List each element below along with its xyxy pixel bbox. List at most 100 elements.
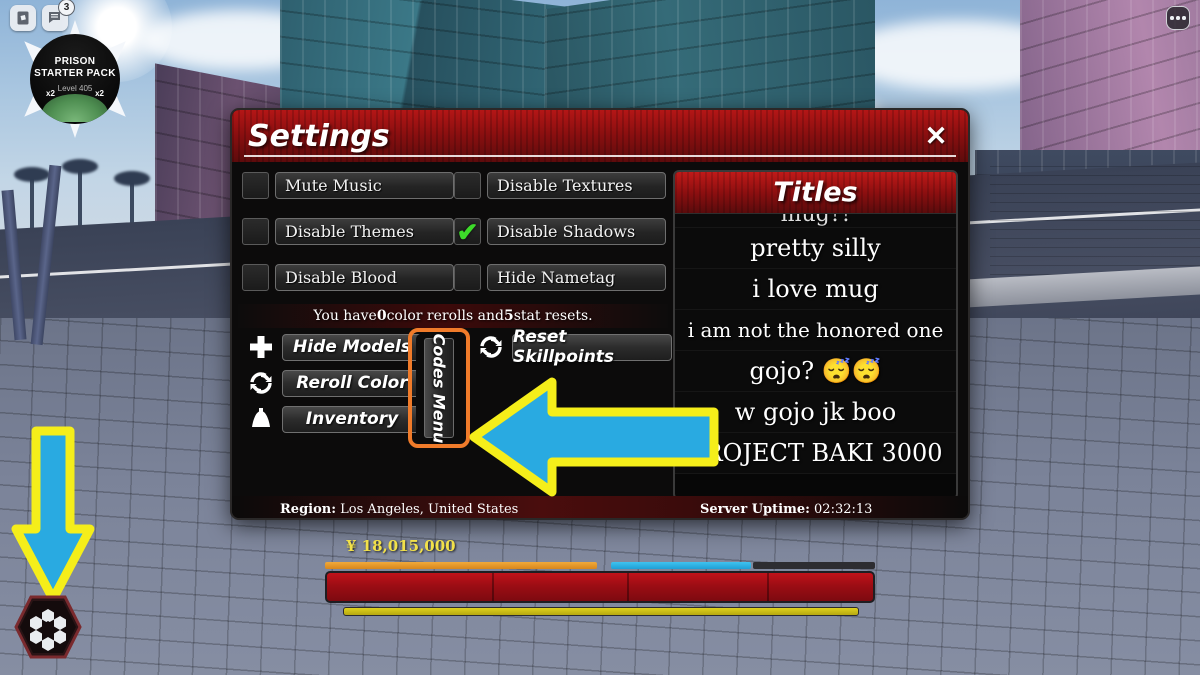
checkbox-box[interactable] [454,264,481,291]
plus-cross-glyph [250,336,272,358]
checkmark-icon: ✔ [456,216,479,247]
list-item[interactable]: i love mug [675,269,956,310]
bag-glyph [252,408,270,427]
banner-resets-count: 5 [503,308,514,324]
close-icon[interactable]: ✕ [922,122,950,150]
dot [1182,16,1186,20]
banner-rerolls-count: 0 [376,308,387,324]
checkbox-label[interactable]: Disable Textures [487,172,666,199]
reset-skillpoints-button[interactable]: Reset Skillpoints [512,327,672,367]
checkbox-disable-textures[interactable]: Disable Textures [454,172,666,199]
checkbox-label[interactable]: Disable Blood [275,264,454,291]
settings-button[interactable] [14,595,82,659]
list-item[interactable]: i am not the honored one [675,310,956,351]
action-row-inventory: Inventory [246,404,422,434]
prison-starter-pack-badge[interactable]: PRISON STARTER PACK Level 405 x2 x2 [24,20,126,138]
bag-icon [246,404,276,434]
health-segment-divider [767,573,769,601]
settings-checkbox-grid: Mute Music Disable Textures Disable Them… [242,172,667,310]
checkbox-box[interactable] [242,172,269,199]
refresh-glyph [480,336,502,358]
refresh-icon [476,332,506,362]
banner-prefix: You have [313,308,377,324]
inventory-button[interactable]: Inventory [282,405,422,433]
roblox-glyph [17,11,29,25]
list-item[interactable]: pretty silly [675,228,956,269]
checkbox-hide-nametag[interactable]: Hide Nametag [454,264,666,291]
checkbox-row: Disable Themes ✔ Disable Shadows [242,218,667,245]
checkbox-label[interactable]: Disable Shadows [487,218,666,245]
palm-tree [30,178,34,230]
starter-pack-circle: PRISON STARTER PACK Level 405 x2 x2 [30,34,120,124]
palm-tree [78,170,82,230]
player-status-bars [325,562,875,616]
plus-cross-icon [246,332,276,362]
settings-action-list-left: Hide Models Reroll Color Inventory [246,332,422,440]
checkbox-box-checked[interactable]: ✔ [454,218,481,245]
highlight-arrow-pointing-at-codes-menu [468,376,720,498]
hide-models-button[interactable]: Hide Models [282,333,422,361]
refresh-icon [246,368,276,398]
codes-menu-label: Codes Menu [429,333,449,443]
arrow-left-glyph [469,377,719,497]
uptime-value: 02:32:13 [809,501,873,517]
health-segment-divider [627,573,629,601]
checkbox-row: Mute Music Disable Textures [242,172,667,199]
settings-footer: Region: Los Angeles, United States Serve… [232,496,968,518]
banner-middle: color rerolls and [386,308,504,324]
action-row-reroll-color: Reroll Color [246,368,422,398]
checkbox-mute-music[interactable]: Mute Music [242,172,454,199]
dot [1170,16,1174,20]
banner-suffix: stat resets. [513,308,593,324]
starter-pack-line1: PRISON [54,56,96,67]
codes-menu-inner: Codes Menu [424,333,454,443]
arrow-down-glyph [11,426,95,604]
codes-menu-button[interactable]: Codes Menu [416,333,462,443]
server-uptime-info: Server Uptime: 02:32:13 [700,502,872,517]
checkbox-label[interactable]: Mute Music [275,172,454,199]
action-row-reset-skillpoints: Reset Skillpoints [476,327,672,367]
action-row-hide-models: Hide Models [246,332,422,362]
region-value: Los Angeles, United States [336,501,519,517]
highlight-arrow-pointing-at-settings-button [8,425,98,605]
region-info: Region: Los Angeles, United States [280,502,518,517]
empty-bar [753,562,875,569]
bar-gap [599,562,609,569]
settings-action-list-right: Reset Skillpoints [476,327,672,368]
health-segment-divider [492,573,494,601]
list-item[interactable]: mug?! [675,214,956,228]
settings-title-bar: Settings ✕ [232,110,968,162]
ellipsis-icon[interactable] [1166,6,1190,30]
brick-wall [990,165,1200,275]
money-counter: ¥ 18,015,000 [346,537,456,555]
dot [1176,16,1180,20]
starter-pack-mult-left: x2 [46,89,55,98]
uptime-label: Server Uptime: [700,501,810,517]
health-bar [325,571,875,603]
titles-panel-header: Titles [675,172,956,214]
starter-pack-level: Level 405 [57,84,93,93]
checkbox-box[interactable] [454,172,481,199]
starter-pack-line2: STARTER PACK [34,68,116,79]
stamina-bar [325,562,597,569]
checkbox-label[interactable]: Disable Themes [275,218,454,245]
checkbox-disable-themes[interactable]: Disable Themes [242,218,454,245]
page-title: Settings [248,118,390,154]
checkbox-label[interactable]: Hide Nametag [487,264,666,291]
checkbox-disable-shadows[interactable]: ✔ Disable Shadows [454,218,666,245]
checkbox-box[interactable] [242,218,269,245]
reroll-status-banner: You have 0 color rerolls and 5 stat rese… [238,304,668,328]
energy-bar [611,562,751,569]
refresh-glyph [250,372,272,394]
gear-icon [14,595,82,659]
game-screen: 3 PRISON STARTER PACK Level 405 x2 x2 Se… [0,0,1200,675]
money-pile-icon [42,94,108,122]
checkbox-box[interactable] [242,264,269,291]
checkbox-disable-blood[interactable]: Disable Blood [242,264,454,291]
reroll-color-button[interactable]: Reroll Color [282,369,422,397]
experience-bar [343,607,859,616]
starter-pack-mult-right: x2 [95,89,104,98]
thin-bar-row [325,562,875,569]
checkbox-row: Disable Blood Hide Nametag [242,264,667,291]
region-label: Region: [280,501,337,517]
